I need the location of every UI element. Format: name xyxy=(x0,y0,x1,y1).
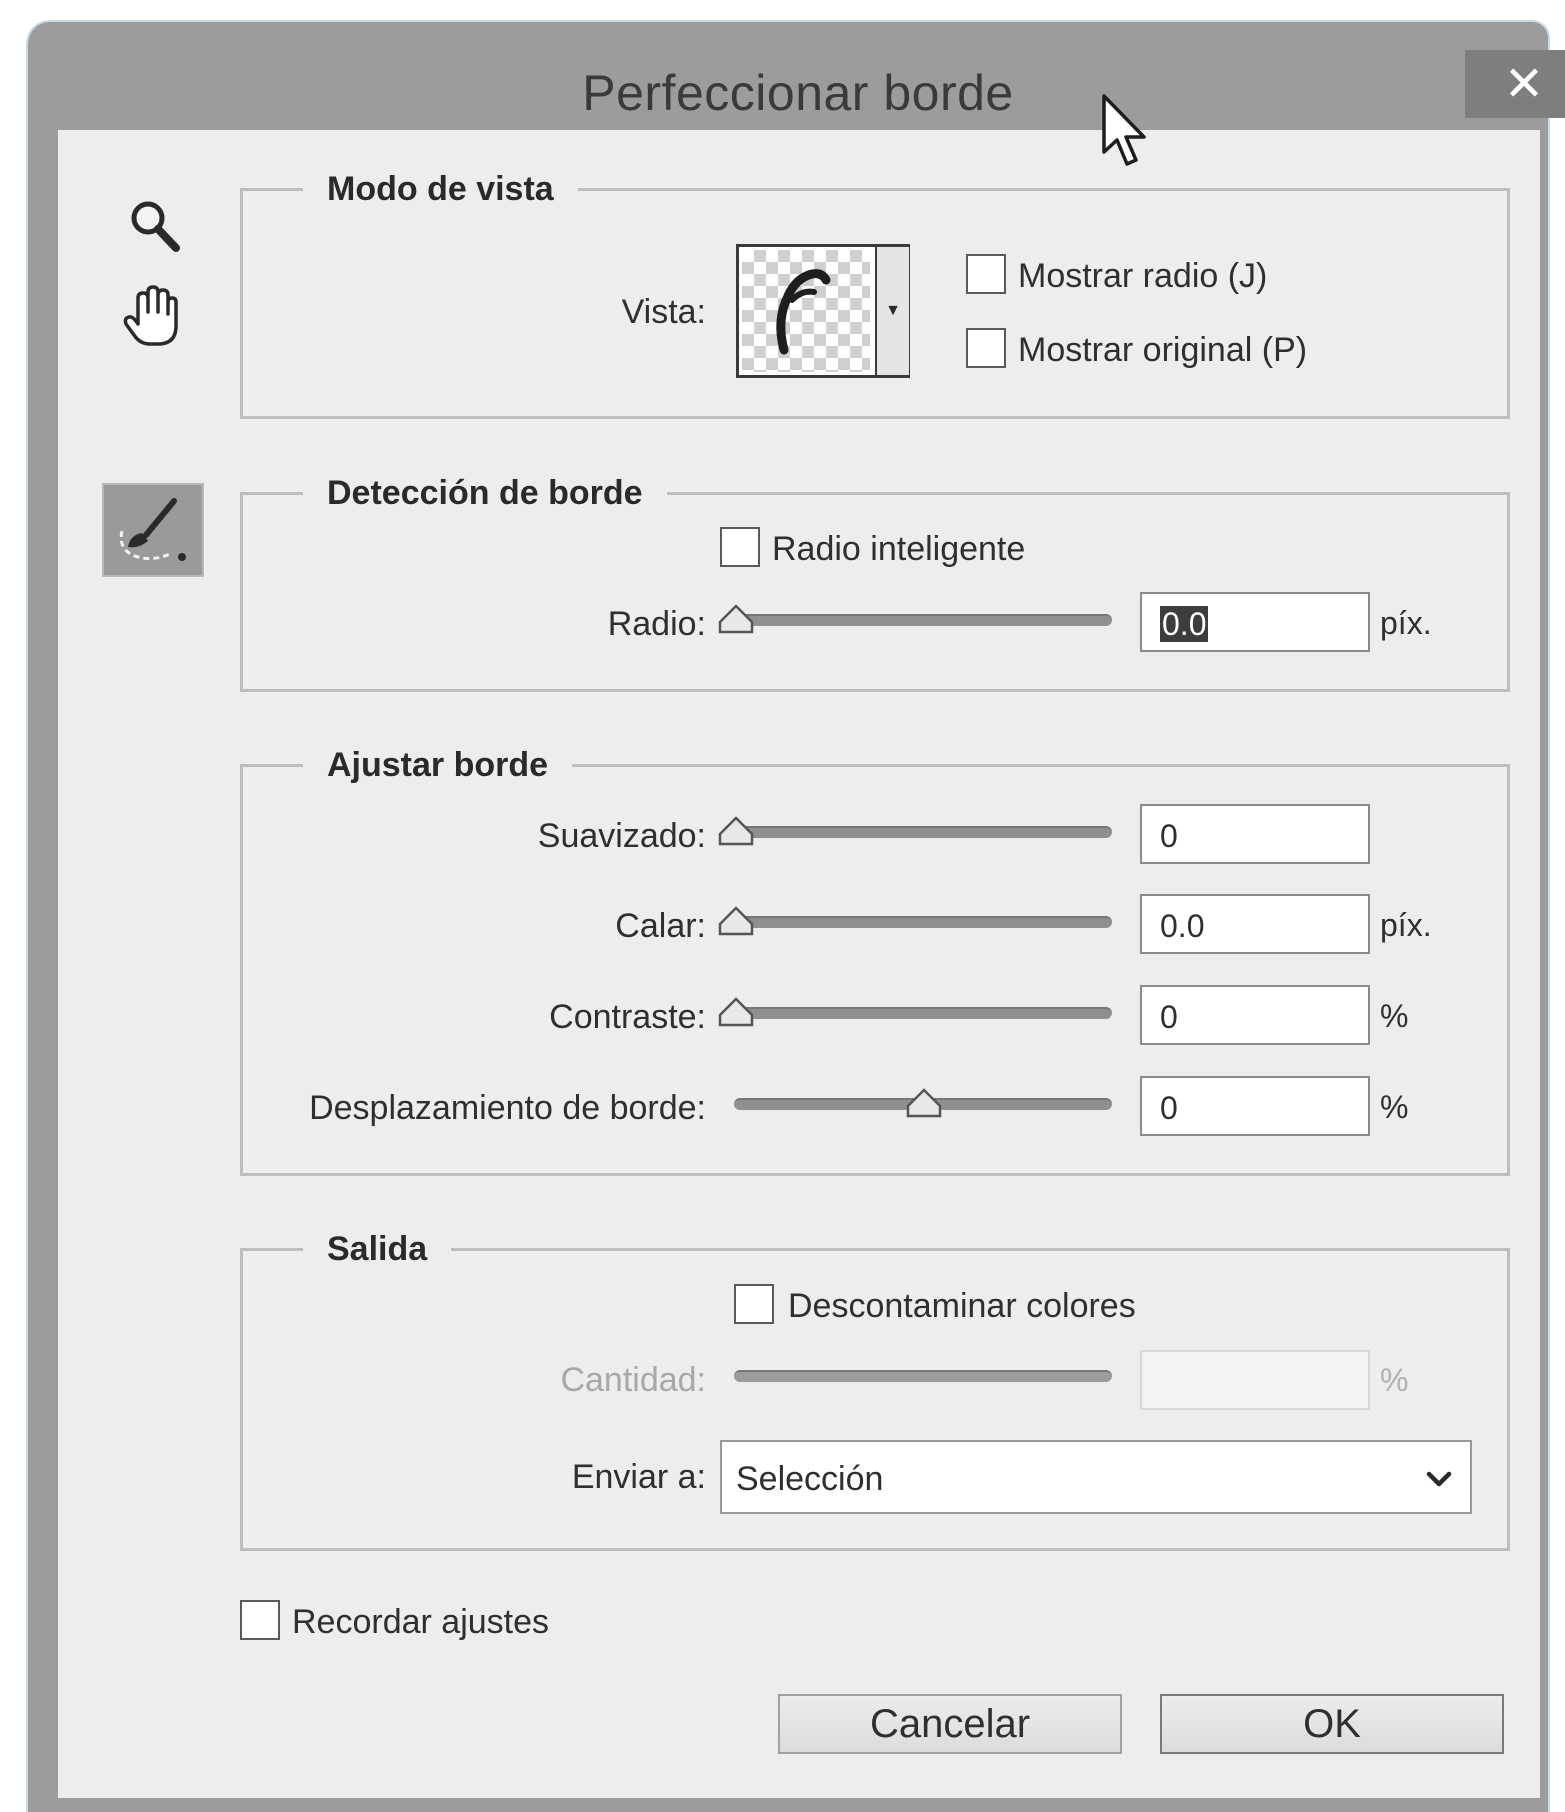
decontaminate-label: Descontaminar colores xyxy=(788,1287,1136,1325)
radius-slider-thumb[interactable] xyxy=(716,602,756,636)
smooth-value-field[interactable]: 0 xyxy=(1140,804,1370,864)
radius-value-field[interactable]: 0.0 xyxy=(1140,592,1370,652)
show-radius-label: Mostrar radio (J) xyxy=(1018,257,1268,295)
vista-preview xyxy=(742,250,870,372)
shift-edge-value-field[interactable]: 0 xyxy=(1140,1076,1370,1136)
smooth-slider-thumb[interactable] xyxy=(716,814,756,848)
mouse-pointer-icon xyxy=(1102,94,1146,166)
smart-radius-checkbox[interactable] xyxy=(720,527,760,567)
shift-edge-value-text: 0 xyxy=(1160,1090,1178,1126)
smooth-slider-track[interactable] xyxy=(734,826,1112,838)
close-button[interactable]: ✕ xyxy=(1465,50,1565,118)
smooth-value-text: 0 xyxy=(1160,818,1178,854)
feather-slider-thumb[interactable] xyxy=(716,904,756,938)
contrast-value-text: 0 xyxy=(1160,999,1178,1035)
smooth-label: Suavizado: xyxy=(537,817,706,855)
amount-label: Cantidad: xyxy=(560,1361,706,1399)
adjust-edge-legend: Ajustar borde xyxy=(327,746,549,784)
smart-radius-label: Radio inteligente xyxy=(772,530,1026,568)
zoom-tool-icon[interactable] xyxy=(124,196,184,256)
radius-value-text: 0.0 xyxy=(1160,606,1209,642)
show-original-label: Mostrar original (P) xyxy=(1018,331,1308,369)
send-to-dropdown[interactable]: Selección xyxy=(720,1440,1472,1514)
ok-button[interactable]: OK xyxy=(1160,1694,1504,1754)
chevron-down-icon xyxy=(1426,1471,1452,1487)
send-to-value: Selección xyxy=(736,1460,884,1498)
output-legend: Salida xyxy=(327,1230,428,1268)
dialog-title: Perfeccionar borde xyxy=(582,65,1014,121)
hand-tool-icon[interactable] xyxy=(118,280,188,350)
contrast-slider-track[interactable] xyxy=(734,1007,1112,1019)
shift-edge-label: Desplazamiento de borde: xyxy=(309,1089,706,1127)
show-original-checkbox[interactable] xyxy=(966,328,1006,368)
feather-slider-track[interactable] xyxy=(734,916,1112,928)
feather-value-text: 0.0 xyxy=(1160,908,1205,944)
contrast-value-field[interactable]: 0 xyxy=(1140,985,1370,1045)
edge-detection-group: Detección de borde xyxy=(240,474,1510,692)
decontaminate-checkbox[interactable] xyxy=(734,1284,774,1324)
vista-dropdown[interactable]: ▼ xyxy=(736,244,910,378)
amount-slider-track xyxy=(734,1370,1112,1382)
edge-detection-legend: Detección de borde xyxy=(327,474,643,512)
amount-value-field xyxy=(1140,1350,1370,1410)
refine-radius-brush-icon xyxy=(119,498,186,561)
caret-down-icon: ▼ xyxy=(885,302,901,319)
vista-label: Vista: xyxy=(621,293,706,331)
shift-edge-unit: % xyxy=(1380,1089,1409,1125)
feather-unit: píx. xyxy=(1380,907,1432,943)
contrast-label: Contraste: xyxy=(549,998,706,1036)
show-radius-checkbox[interactable] xyxy=(966,254,1006,294)
feather-label: Calar: xyxy=(615,907,706,945)
amount-unit: % xyxy=(1380,1362,1409,1398)
marching-ants-on-transparent-icon xyxy=(776,269,831,355)
radius-unit: píx. xyxy=(1380,605,1432,641)
radius-label: Radio: xyxy=(607,605,706,643)
remember-settings-label: Recordar ajustes xyxy=(292,1603,550,1641)
feather-value-field[interactable]: 0.0 xyxy=(1140,894,1370,954)
view-mode-legend: Modo de vista xyxy=(327,170,554,208)
remember-settings-checkbox[interactable] xyxy=(240,1600,280,1640)
contrast-slider-thumb[interactable] xyxy=(716,995,756,1029)
vista-dropdown-arrow[interactable]: ▼ xyxy=(875,247,909,375)
shift-edge-slider-thumb[interactable] xyxy=(904,1086,944,1120)
close-icon: ✕ xyxy=(1503,58,1545,111)
contrast-unit: % xyxy=(1380,998,1409,1034)
refine-radius-tool-button[interactable] xyxy=(102,483,204,577)
send-to-label: Enviar a: xyxy=(571,1458,706,1496)
radius-slider-track[interactable] xyxy=(734,614,1112,626)
cancel-button[interactable]: Cancelar xyxy=(778,1694,1122,1754)
